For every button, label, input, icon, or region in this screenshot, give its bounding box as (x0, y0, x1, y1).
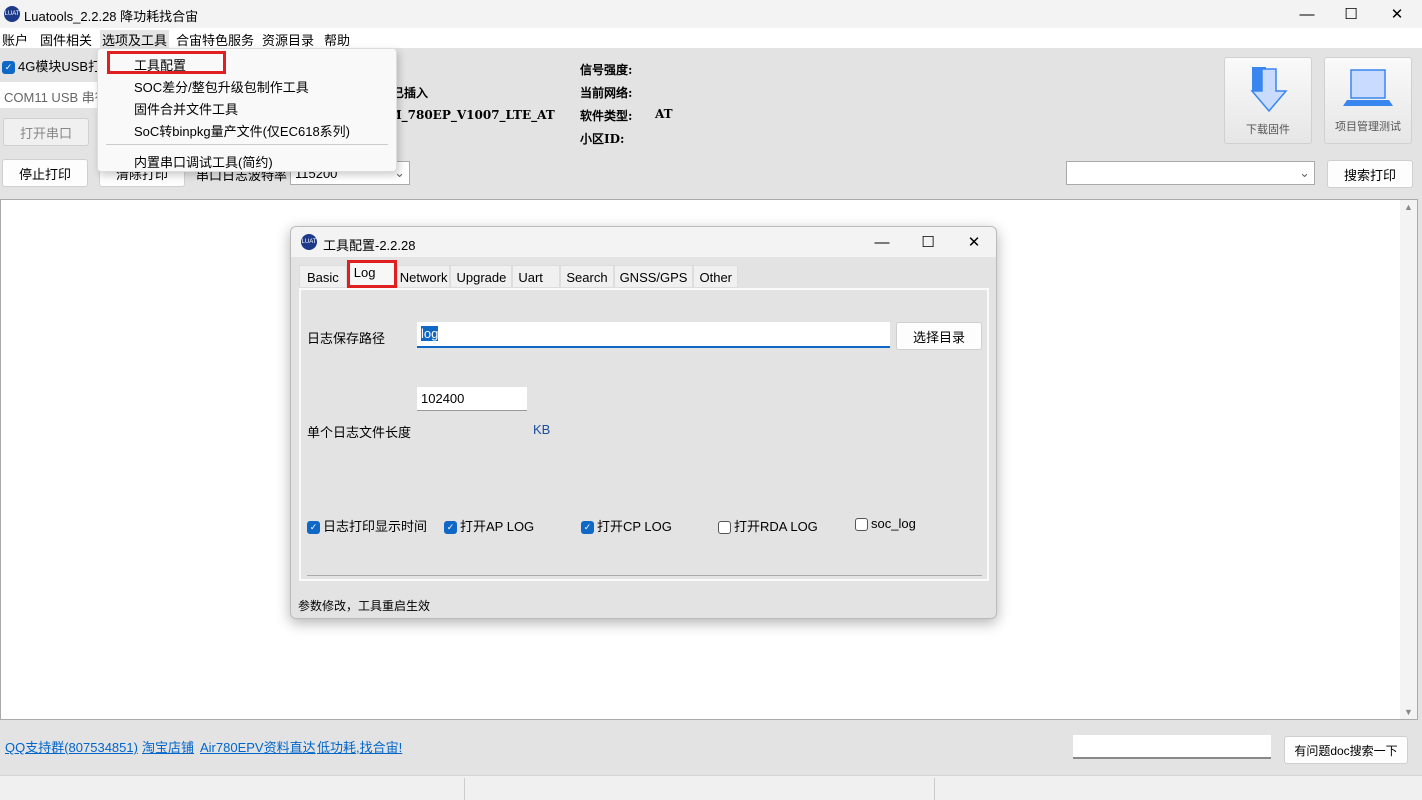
checkmark-icon: ✓ (444, 521, 457, 535)
tab-search[interactable]: Search (560, 265, 614, 288)
low-power-link[interactable]: 低功耗,找合宙! (317, 737, 402, 756)
menu-resources[interactable]: 资源目录 (262, 30, 314, 49)
dialog-minimize-button[interactable]: — (859, 228, 905, 256)
firmware-version: 2M_780EP_V1007_LTE_AT (380, 108, 555, 122)
menu-services[interactable]: 合宙特色服务 (176, 30, 254, 49)
menu-item-firmware-merge[interactable]: 固件合并文件工具 (134, 99, 238, 118)
download-firmware-label: 下载固件 (1246, 123, 1290, 136)
close-button[interactable]: ✕ (1374, 0, 1420, 28)
menu-firmware[interactable]: 固件相关 (40, 30, 92, 49)
soc-log-checkbox[interactable]: soc_log (855, 516, 916, 532)
project-test-label: 项目管理测试 (1335, 120, 1401, 133)
log-scrollbar[interactable]: ▲ ▼ (1400, 200, 1417, 719)
highlight-box (107, 51, 226, 74)
menu-separator (106, 144, 388, 145)
log-path-label: 日志保存路径 (307, 331, 386, 346)
checkbox-empty-icon (718, 521, 731, 535)
rda-log-checkbox[interactable]: 打开RDA LOG (718, 516, 818, 535)
dialog-title: 工具配置-2.2.28 (323, 238, 416, 253)
menu-item-soc-diff[interactable]: SOC差分/整包升级包制作工具 (134, 77, 309, 96)
tab-upgrade[interactable]: Upgrade (450, 265, 513, 288)
menu-bar: 账户 固件相关 选项及工具 合宙特色服务 资源目录 帮助 (0, 28, 1422, 49)
options-tools-dropdown: 工具配置 SOC差分/整包升级包制作工具 固件合并文件工具 SoC转binpkg… (97, 48, 397, 172)
laptop-icon (1343, 68, 1393, 106)
file-size-unit: KB (533, 422, 551, 437)
checkbox-label: 打开RDA LOG (734, 519, 818, 534)
tab-network[interactable]: Network (396, 265, 451, 288)
signal-label: 信号强度: (580, 63, 633, 77)
log-path-value: log (421, 326, 439, 341)
air780epv-link[interactable]: Air780EPV资料直达 (200, 737, 316, 756)
menu-options-tools[interactable]: 选项及工具 (100, 30, 170, 49)
cell-id-label: 小区ID: (580, 132, 625, 146)
checkbox-empty-icon (855, 518, 868, 532)
panel-divider (307, 575, 982, 576)
app-logo-icon: LUAT (301, 234, 317, 250)
cp-log-checkbox[interactable]: ✓ 打开CP LOG (581, 516, 672, 535)
download-arrow-icon (1250, 66, 1288, 112)
app-logo-icon: LUAT (4, 6, 20, 22)
software-type-label: 软件类型: (580, 109, 633, 123)
tab-bar: Basic Log Network Upgrade Uart Search GN… (299, 260, 738, 288)
stop-print-button[interactable]: 停止打印 (2, 159, 88, 187)
minimize-button[interactable]: — (1284, 0, 1330, 28)
status-divider (934, 778, 935, 800)
menu-item-serial-debug[interactable]: 内置串口调试工具(简约) (134, 152, 273, 171)
log-tab-panel: 日志保存路径 log 选择目录 102400 单个日志文件长度 KB ✓ 日志打印… (299, 288, 989, 581)
search-select[interactable]: ⌄ (1066, 161, 1315, 185)
status-bar (0, 775, 1422, 800)
checkbox-label: 打开AP LOG (460, 519, 535, 534)
status-divider (464, 778, 465, 800)
scroll-down-icon: ▼ (1404, 707, 1413, 717)
menu-help[interactable]: 帮助 (324, 30, 350, 49)
menu-account[interactable]: 账户 (2, 30, 28, 49)
qq-group-link[interactable]: QQ支持群(807534851) (5, 737, 138, 756)
software-type-value: AT (655, 107, 673, 121)
tab-uart[interactable]: Uart (512, 265, 561, 288)
download-firmware-button[interactable]: 下载固件 (1224, 57, 1312, 144)
dialog-title-bar: LUAT 工具配置-2.2.28 — ☐ ✕ (291, 227, 996, 257)
chevron-down-icon: ⌄ (1299, 165, 1310, 180)
project-test-button[interactable]: 项目管理测试 (1324, 57, 1412, 144)
checkmark-icon: ✓ (2, 61, 15, 75)
tab-log[interactable]: Log (346, 260, 397, 288)
taobao-link[interactable]: 淘宝店铺 (142, 737, 194, 756)
title-bar: LUAT Luatools_2.2.28 降功耗找合宙 — ☐ ✕ (0, 0, 1422, 28)
tool-config-dialog: LUAT 工具配置-2.2.28 — ☐ ✕ Basic Log Network… (290, 226, 997, 619)
window-title: Luatools_2.2.28 降功耗找合宙 (24, 9, 199, 24)
tab-basic[interactable]: Basic (299, 265, 347, 288)
tab-other[interactable]: Other (693, 265, 738, 288)
checkbox-label: soc_log (871, 516, 916, 531)
maximize-button[interactable]: ☐ (1328, 0, 1374, 28)
show-time-checkbox[interactable]: ✓ 日志打印显示时间 (307, 516, 427, 535)
checkbox-label: 日志打印显示时间 (323, 519, 428, 534)
scroll-up-icon: ▲ (1404, 202, 1413, 212)
checkbox-label: 打开CP LOG (597, 519, 672, 534)
ap-log-checkbox[interactable]: ✓ 打开AP LOG (444, 516, 534, 535)
checkmark-icon: ✓ (307, 521, 320, 535)
dialog-status-text: 参数修改，工具重启生效 (298, 599, 431, 613)
doc-search-button[interactable]: 有问题doc搜索一下 (1284, 736, 1408, 764)
choose-directory-button[interactable]: 选择目录 (896, 322, 982, 350)
network-label: 当前网络: (580, 86, 633, 100)
open-port-button[interactable]: 打开串口 (3, 118, 89, 146)
dialog-close-button[interactable]: ✕ (951, 228, 996, 256)
menu-item-soc-binpkg[interactable]: SoC转binpkg量产文件(仅EC618系列) (134, 121, 350, 140)
log-path-input[interactable]: log (417, 322, 890, 348)
checkmark-icon: ✓ (581, 521, 594, 535)
search-print-button[interactable]: 搜索打印 (1327, 160, 1413, 188)
doc-search-input[interactable] (1073, 735, 1271, 759)
file-size-input[interactable]: 102400 (417, 387, 527, 411)
file-size-label: 单个日志文件长度 (307, 425, 412, 440)
tab-gnss-gps[interactable]: GNSS/GPS (613, 265, 694, 288)
dialog-maximize-button[interactable]: ☐ (905, 228, 951, 256)
